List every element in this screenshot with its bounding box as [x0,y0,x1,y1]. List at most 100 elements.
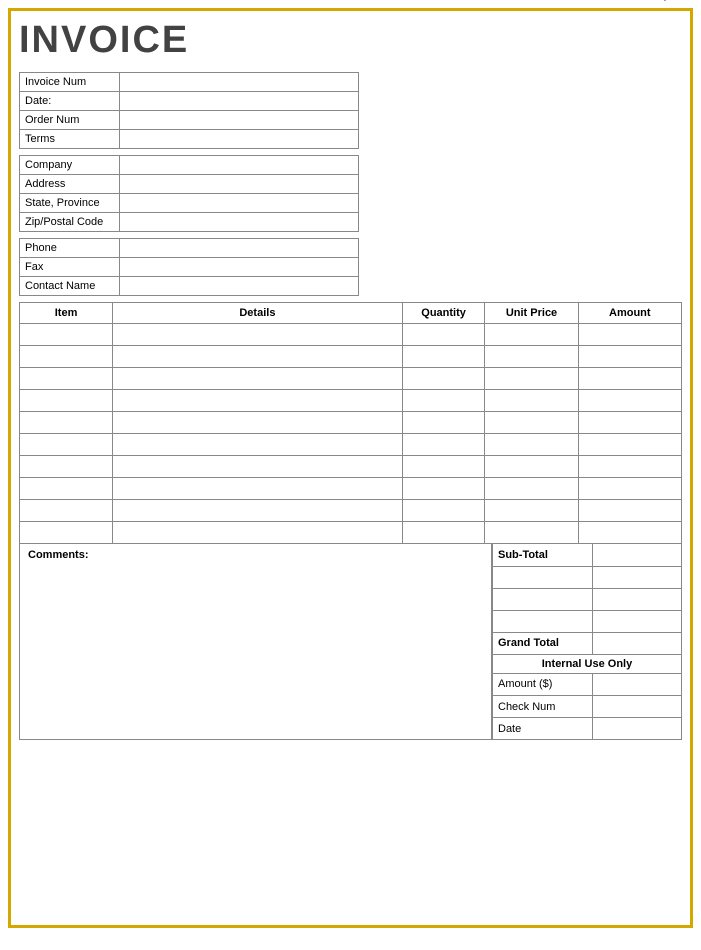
zip-label: Zip/Postal Code [20,213,120,231]
details-cell[interactable] [113,324,403,346]
contact-name-label: Contact Name [20,277,120,295]
item-cell[interactable] [20,522,113,544]
address-value[interactable] [120,175,358,193]
amount-cell[interactable] [578,346,681,368]
qty-cell[interactable] [402,500,485,522]
details-cell[interactable] [113,478,403,500]
grand-total-value[interactable] [592,632,681,654]
address-row: Address [20,175,358,194]
header-details: Details [113,303,403,324]
details-cell[interactable] [113,346,403,368]
amount-cell[interactable] [578,324,681,346]
details-cell[interactable] [113,500,403,522]
details-cell[interactable] [113,368,403,390]
unitprice-cell[interactable] [485,390,578,412]
order-num-value[interactable] [120,111,358,129]
phone-value[interactable] [120,239,358,257]
item-cell[interactable] [20,368,113,390]
unitprice-cell[interactable] [485,324,578,346]
details-cell[interactable] [113,522,403,544]
comments-label: Comments: [28,549,89,561]
check-num-value[interactable] [592,696,681,718]
amount-cell[interactable] [578,522,681,544]
internal-table: Amount ($) Check Num Date [492,674,682,741]
amount-dollar-value[interactable] [592,674,681,696]
qty-cell[interactable] [402,478,485,500]
amount-cell[interactable] [578,368,681,390]
blank-totals-row [493,610,682,632]
contact-section: Phone Fax Contact Name [19,238,359,296]
item-cell[interactable] [20,390,113,412]
amount-cell[interactable] [578,434,681,456]
table-row [20,522,682,544]
qty-cell[interactable] [402,434,485,456]
qty-cell[interactable] [402,522,485,544]
qty-cell[interactable] [402,368,485,390]
qty-cell[interactable] [402,346,485,368]
fax-value[interactable] [120,258,358,276]
unitprice-cell[interactable] [485,522,578,544]
zip-value[interactable] [120,213,358,231]
details-cell[interactable] [113,412,403,434]
comments-area[interactable]: Comments: [19,544,492,740]
item-cell[interactable] [20,346,113,368]
qty-cell[interactable] [402,412,485,434]
state-row: State, Province [20,194,358,213]
date-value[interactable] [120,92,358,110]
contact-name-value[interactable] [120,277,358,295]
qty-cell[interactable] [402,390,485,412]
unitprice-cell[interactable] [485,478,578,500]
company-value[interactable] [120,156,358,174]
unitprice-cell[interactable] [485,412,578,434]
amount-cell[interactable] [578,390,681,412]
terms-row: Terms [20,130,358,148]
invoice-num-value[interactable] [120,73,358,91]
blank-value[interactable] [592,588,681,610]
blank-label[interactable] [493,588,593,610]
phone-row: Phone [20,239,358,258]
address-label: Address [20,175,120,193]
blank-label[interactable] [493,566,593,588]
header-quantity: Quantity [402,303,485,324]
internal-date-value[interactable] [592,718,681,740]
unitprice-cell[interactable] [485,368,578,390]
amount-cell[interactable] [578,412,681,434]
blank-value[interactable] [592,610,681,632]
details-cell[interactable] [113,390,403,412]
item-cell[interactable] [20,478,113,500]
unitprice-cell[interactable] [485,434,578,456]
blank-label[interactable] [493,610,593,632]
item-cell[interactable] [20,456,113,478]
amount-cell[interactable] [578,456,681,478]
blank-totals-row [493,588,682,610]
company-label: Company [20,156,120,174]
item-cell[interactable] [20,324,113,346]
bottom-section: Comments: Sub-Total [19,544,682,740]
details-cell[interactable] [113,456,403,478]
item-cell[interactable] [20,412,113,434]
terms-value[interactable] [120,130,358,148]
qty-cell[interactable] [402,456,485,478]
amount-cell[interactable] [578,500,681,522]
unitprice-cell[interactable] [485,346,578,368]
date-row: Date: [20,92,358,111]
invoice-num-label: Invoice Num [20,73,120,91]
item-cell[interactable] [20,500,113,522]
blank-value[interactable] [592,566,681,588]
table-header-row: Item Details Quantity Unit Price Amount [20,303,682,324]
terms-label: Terms [20,130,120,148]
check-num-label: Check Num [493,696,593,718]
header-item: Item [20,303,113,324]
company-section: Company Address State, Province Zip/Post… [19,155,359,232]
internal-date-label: Date [493,718,593,740]
totals-area: Sub-Total [492,544,682,740]
details-cell[interactable] [113,434,403,456]
unitprice-cell[interactable] [485,456,578,478]
unitprice-cell[interactable] [485,500,578,522]
state-value[interactable] [120,194,358,212]
subtotal-value[interactable] [592,544,681,566]
amount-cell[interactable] [578,478,681,500]
qty-cell[interactable] [402,324,485,346]
item-cell[interactable] [20,434,113,456]
internal-use-header: Internal Use Only [492,655,682,674]
